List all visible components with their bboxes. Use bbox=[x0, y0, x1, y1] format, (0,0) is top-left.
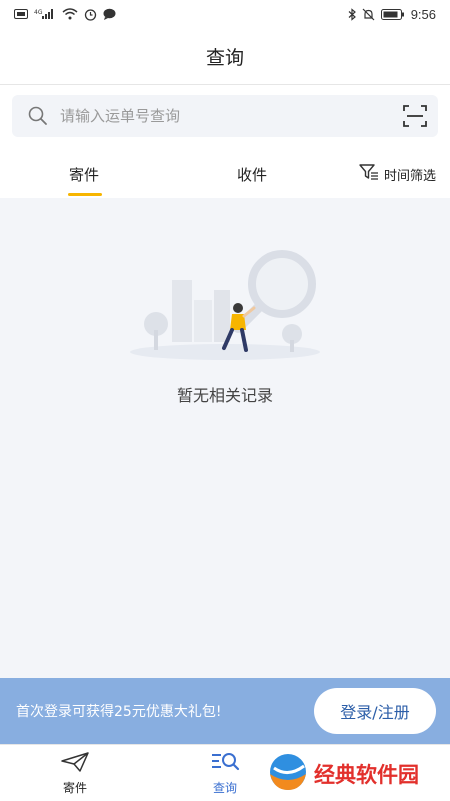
nav-item-query[interactable]: 查询 bbox=[180, 745, 270, 801]
scan-icon[interactable] bbox=[402, 103, 428, 129]
paper-plane-icon bbox=[60, 751, 90, 777]
tab-receive-label: 收件 bbox=[236, 165, 267, 184]
tab-bar: 寄件 收件 时间筛选 bbox=[0, 150, 450, 198]
alarm-icon bbox=[84, 8, 97, 21]
promo-text: 首次登录可获得25元优惠大礼包! bbox=[16, 704, 222, 720]
bluetooth-icon bbox=[348, 7, 356, 21]
hd-badge-icon bbox=[14, 9, 28, 19]
search-icon bbox=[26, 104, 50, 128]
message-icon bbox=[103, 8, 116, 20]
svg-text:4G: 4G bbox=[34, 9, 43, 16]
tab-send[interactable]: 寄件 bbox=[20, 150, 148, 198]
status-right: 9:56 bbox=[348, 7, 436, 22]
nav-send-label: 寄件 bbox=[62, 780, 87, 795]
mute-bell-icon bbox=[362, 8, 375, 21]
header: 查询 bbox=[0, 28, 450, 85]
nav-query-label: 查询 bbox=[212, 780, 237, 795]
status-time: 9:56 bbox=[410, 6, 436, 22]
wifi-icon bbox=[62, 8, 78, 20]
status-left: 4G bbox=[14, 8, 116, 21]
status-bar: 4G 9:56 bbox=[0, 0, 450, 28]
watermark: 经典软件园 bbox=[266, 748, 450, 800]
search-input[interactable] bbox=[60, 95, 390, 137]
promo-banner: 首次登录可获得25元优惠大礼包! 登录/注册 bbox=[0, 678, 450, 744]
empty-illustration bbox=[120, 250, 330, 370]
watermark-logo-icon bbox=[266, 752, 310, 796]
watermark-text: 经典软件园 bbox=[314, 763, 419, 787]
search-box[interactable] bbox=[12, 95, 438, 137]
login-register-button[interactable]: 登录/注册 bbox=[314, 688, 436, 734]
search-section bbox=[0, 85, 450, 150]
filter-icon bbox=[359, 163, 379, 185]
search-list-icon bbox=[210, 751, 240, 777]
signal-icon: 4G bbox=[34, 8, 56, 20]
active-tab-indicator bbox=[68, 193, 102, 196]
empty-state-text: 暂无相关记录 bbox=[176, 386, 273, 405]
nav-item-send[interactable]: 寄件 bbox=[30, 745, 120, 801]
time-filter-button[interactable]: 时间筛选 bbox=[359, 150, 436, 198]
page-title: 查询 bbox=[205, 46, 244, 69]
battery-icon bbox=[380, 8, 405, 20]
tab-receive[interactable]: 收件 bbox=[188, 150, 316, 198]
time-filter-label: 时间筛选 bbox=[383, 168, 436, 184]
tab-send-label: 寄件 bbox=[68, 165, 99, 184]
